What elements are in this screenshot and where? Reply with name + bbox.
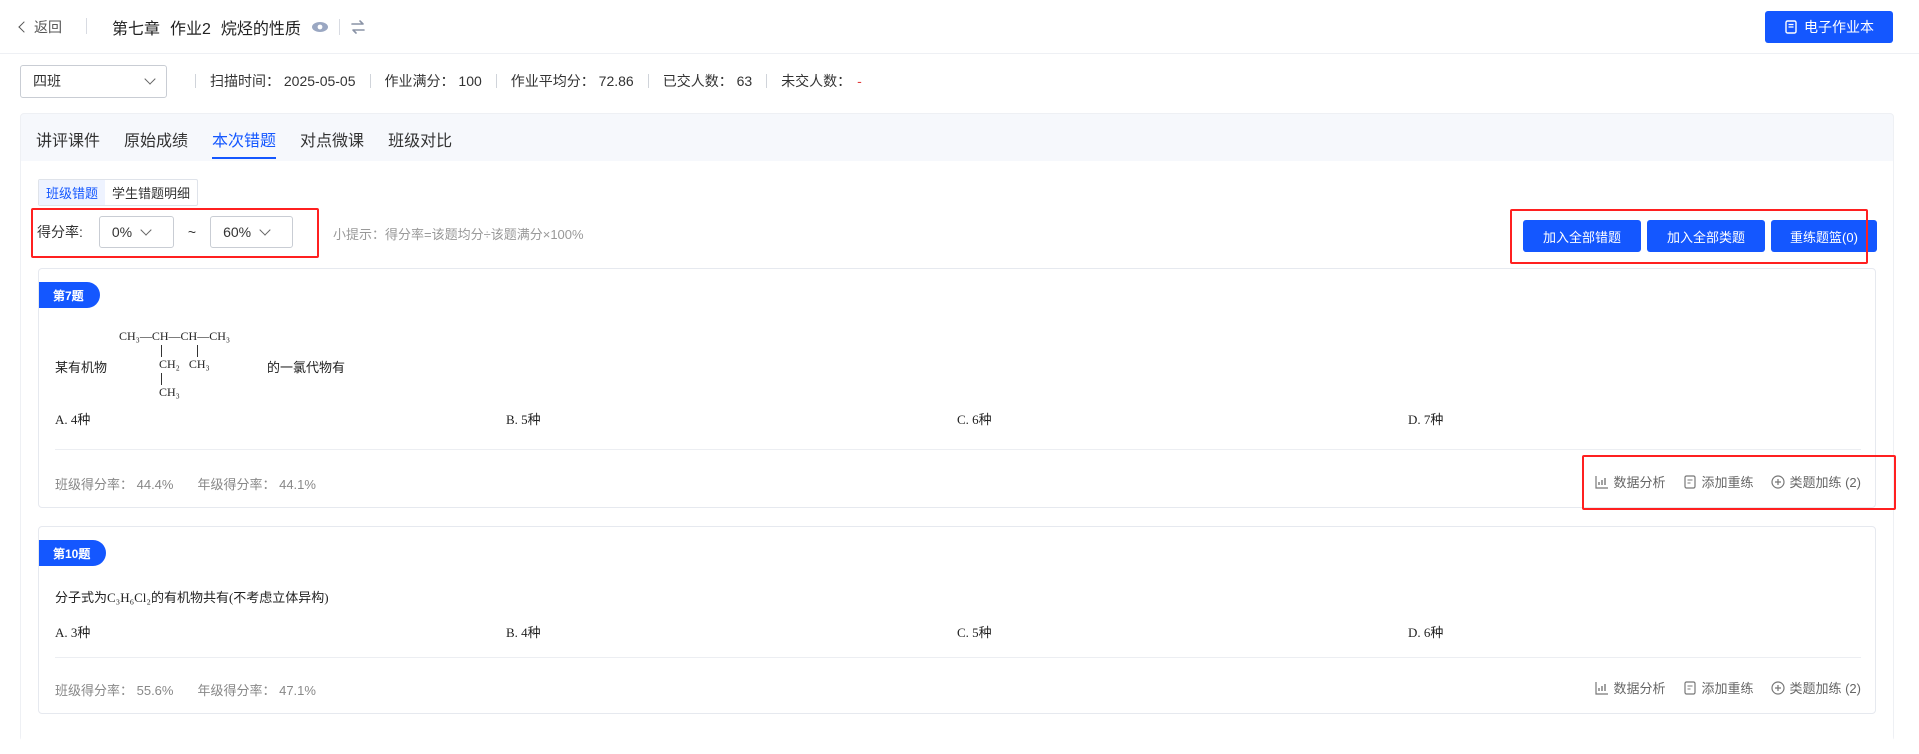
card-divider	[55, 657, 1861, 658]
option-c: C. 6种	[957, 412, 992, 427]
not-submitted-count: 未交人数： -	[781, 71, 862, 91]
question-stem-suffix: 的一氯代物有	[267, 360, 346, 375]
formula-row-2: CH₂ CH₃	[159, 357, 210, 371]
formula-row-3: CH₃	[159, 385, 180, 399]
score-stats: 班级得分率： 44.4% 年级得分率： 44.1%	[55, 474, 316, 493]
data-analysis-label: 数据分析	[1613, 681, 1666, 696]
add-retrain-button[interactable]: 添加重练	[1683, 678, 1753, 697]
question-card: 第10题 分子式为C₃H₆Cl₂的有机物共有(不考虑立体异构) A. 3种 B.…	[38, 526, 1876, 714]
formula-bond	[161, 373, 162, 385]
class-score-rate: 班级得分率： 55.6%	[55, 683, 174, 698]
full-score: 作业满分： 100	[384, 73, 482, 89]
subtab-group: 班级错题 学生错题明细	[38, 179, 199, 206]
card-divider	[55, 449, 1861, 450]
tab-review-courseware[interactable]: 讲评课件	[36, 127, 100, 159]
not-submitted-label: 未交人数：	[781, 73, 852, 89]
highlight-box	[31, 208, 319, 258]
divider	[766, 74, 768, 88]
chapter-label: 第七章	[112, 21, 161, 38]
assignment-label: 作业2	[170, 21, 211, 38]
topic-label: 烷烃的性质	[220, 21, 301, 38]
grade-score-rate: 年级得分率： 44.1%	[197, 477, 316, 492]
class-select-value: 四班	[33, 73, 61, 89]
structural-formula: CH₃—CH—CH—CH₃ CH₂ CH₃ CH₃	[119, 329, 269, 409]
option-d: D. 6种	[1408, 625, 1444, 640]
option-d: D. 7种	[1408, 412, 1444, 427]
ebook-button[interactable]: 电子作业本	[1765, 11, 1893, 43]
info-bar: 四班 扫描时间： 2025-05-05 作业满分： 100 作业平均分： 72.…	[20, 64, 862, 98]
back-button[interactable]: 返回	[18, 17, 62, 37]
not-submitted-value: -	[857, 73, 862, 89]
ebook-label: 电子作业本	[1804, 19, 1874, 35]
main-panel: 讲评课件 原始成绩 本次错题 对点微课 班级对比 班级错题 学生错题明细 得分率…	[20, 113, 1896, 741]
book-icon	[1785, 20, 1797, 34]
divider	[647, 74, 649, 88]
question-stem: 分子式为C₃H₆Cl₂的有机物共有(不考虑立体异构)	[55, 590, 329, 605]
submitted-count: 已交人数： 63	[662, 73, 753, 89]
page-title: 第七章 作业2 烷烃的性质	[112, 15, 366, 39]
bar-chart-icon	[1595, 681, 1609, 695]
score-stats: 班级得分率： 55.6% 年级得分率： 47.1%	[55, 680, 316, 699]
highlight-box	[1582, 455, 1896, 510]
question-badge: 第7题	[39, 282, 100, 308]
option-b: B. 4种	[506, 625, 541, 640]
option-a: A. 4种	[55, 412, 91, 427]
subtab-student-detail[interactable]: 学生错题明细	[105, 180, 197, 205]
data-analysis-button[interactable]: 数据分析	[1595, 678, 1665, 697]
tab-bar: 讲评课件 原始成绩 本次错题 对点微课 班级对比	[36, 127, 452, 159]
answer-options: A. 4种 B. 5种 C. 6种 D. 7种	[55, 409, 1861, 428]
similar-practice-button[interactable]: 类题加练 (2)	[1771, 678, 1861, 697]
question-badge: 第10题	[39, 540, 107, 566]
swap-icon[interactable]	[350, 19, 366, 35]
option-a: A. 3种	[55, 625, 91, 640]
similar-practice-label: 类题加练 (2)	[1789, 681, 1861, 696]
formula-row-1: CH₃—CH—CH—CH₃	[119, 329, 231, 343]
grade-score-rate: 年级得分率： 47.1%	[197, 683, 316, 698]
chevron-left-icon	[18, 21, 30, 33]
chevron-down-icon	[144, 73, 156, 85]
tab-wrong-questions[interactable]: 本次错题	[212, 127, 277, 159]
tab-raw-scores[interactable]: 原始成绩	[124, 127, 188, 159]
document-icon	[1684, 680, 1697, 695]
eye-icon[interactable]	[311, 21, 329, 33]
add-retrain-label: 添加重练	[1701, 681, 1754, 696]
title-divider	[338, 19, 340, 35]
tab-class-compare[interactable]: 班级对比	[388, 127, 452, 159]
divider	[195, 74, 196, 88]
average-score: 作业平均分： 72.86	[510, 73, 634, 89]
option-c: C. 5种	[957, 625, 992, 640]
subtab-class-wrong[interactable]: 班级错题	[39, 180, 106, 205]
back-label: 返回	[34, 19, 62, 35]
class-select[interactable]: 四班	[20, 64, 167, 98]
divider	[495, 74, 497, 88]
header-divider	[86, 18, 87, 34]
tab-content: 班级错题 学生错题明细 得分率: 0% ~ 60% 小提示：得分率=该题均分÷该…	[21, 161, 1896, 741]
tab-micro-lessons[interactable]: 对点微课	[300, 127, 364, 159]
page-header: 返回 第七章 作业2 烷烃的性质 电子作业本	[0, 0, 1919, 54]
class-score-rate: 班级得分率： 44.4%	[55, 477, 174, 492]
answer-options: A. 3种 B. 4种 C. 5种 D. 6种	[55, 622, 1861, 641]
question-card: 第7题 某有机物 CH₃—CH—CH—CH₃ CH₂ CH₃ CH₃ 的一氯代物…	[38, 268, 1896, 510]
hint-text: 小提示：得分率=该题均分÷该题满分×100%	[333, 227, 584, 242]
scan-time: 扫描时间： 2025-05-05	[210, 73, 356, 89]
formula-bond	[197, 345, 198, 357]
formula-bond	[161, 345, 162, 357]
option-b: B. 5种	[506, 412, 541, 427]
divider	[369, 74, 371, 88]
plus-circle-icon	[1771, 680, 1786, 695]
question-actions: 数据分析 添加重练 类题加练 (2)	[1595, 678, 1861, 697]
highlight-box	[1510, 209, 1868, 264]
question-stem-prefix: 某有机物	[55, 360, 108, 375]
